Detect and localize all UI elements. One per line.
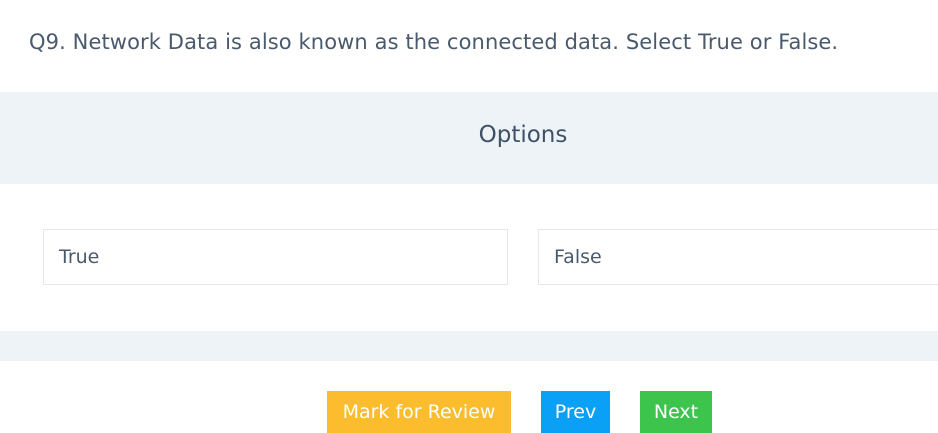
question-text: Q9. Network Data is also known as the co… — [29, 30, 839, 54]
quiz-page: Q9. Network Data is also known as the co… — [0, 0, 938, 433]
mark-for-review-button[interactable]: Mark for Review — [327, 391, 511, 433]
prev-button[interactable]: Prev — [541, 391, 610, 433]
option-true-label: True — [59, 246, 100, 268]
options-title: Options — [478, 122, 568, 148]
next-button[interactable]: Next — [640, 391, 712, 433]
options-header: Options — [0, 92, 938, 184]
option-false-label: False — [554, 246, 602, 268]
option-true[interactable]: True — [43, 229, 508, 285]
option-false[interactable]: False — [538, 229, 938, 285]
section-divider — [0, 331, 938, 361]
